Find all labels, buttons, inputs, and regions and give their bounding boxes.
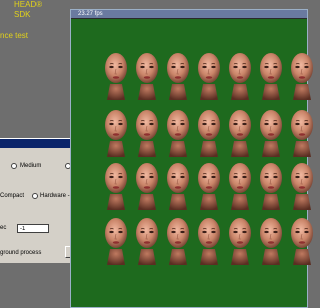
head-model [163,107,193,157]
head-model [225,50,255,100]
background-process-label: ground process [0,250,42,256]
value-input[interactable] [17,224,49,233]
head-model [256,50,286,100]
head-model [101,160,131,210]
field-label: ec [0,225,7,231]
head-model [287,215,317,265]
head-model [256,107,286,157]
head-model [194,107,224,157]
head-model [287,160,317,210]
radio-medium-label: Medium [20,163,42,169]
app-title-line: HEAD® [14,0,43,9]
head-model [132,50,162,100]
radio-medium[interactable] [11,163,17,169]
viewer-window: 23.27 fps [70,9,313,308]
head-model [132,160,162,210]
radio-compact-label: Compact [0,193,25,199]
head-model [287,50,317,100]
radio-hardware[interactable] [32,193,38,199]
head-grid [71,19,313,307]
settings-dialog: Medium Compact Hardware - ec ground proc… [0,138,71,263]
head-model [101,107,131,157]
head-model [194,215,224,265]
head-model [132,215,162,265]
head-model [101,215,131,265]
head-model [225,107,255,157]
head-model [256,215,286,265]
head-model [101,50,131,100]
head-model [225,160,255,210]
viewer-title-bar[interactable]: 23.27 fps [71,10,307,18]
head-model [163,160,193,210]
head-model [287,107,317,157]
fps-readout: 23.27 fps [78,11,103,17]
head-model [194,160,224,210]
head-model [163,50,193,100]
head-model [256,160,286,210]
head-model [194,50,224,100]
app-subtitle-line: SDK [14,10,31,19]
head-model [225,215,255,265]
dialog-title-bar[interactable] [0,139,70,148]
head-model [132,107,162,157]
radio-hardware-label: Hardware - [40,193,70,199]
head-model [163,215,193,265]
app-test-label: nce test [0,31,29,40]
